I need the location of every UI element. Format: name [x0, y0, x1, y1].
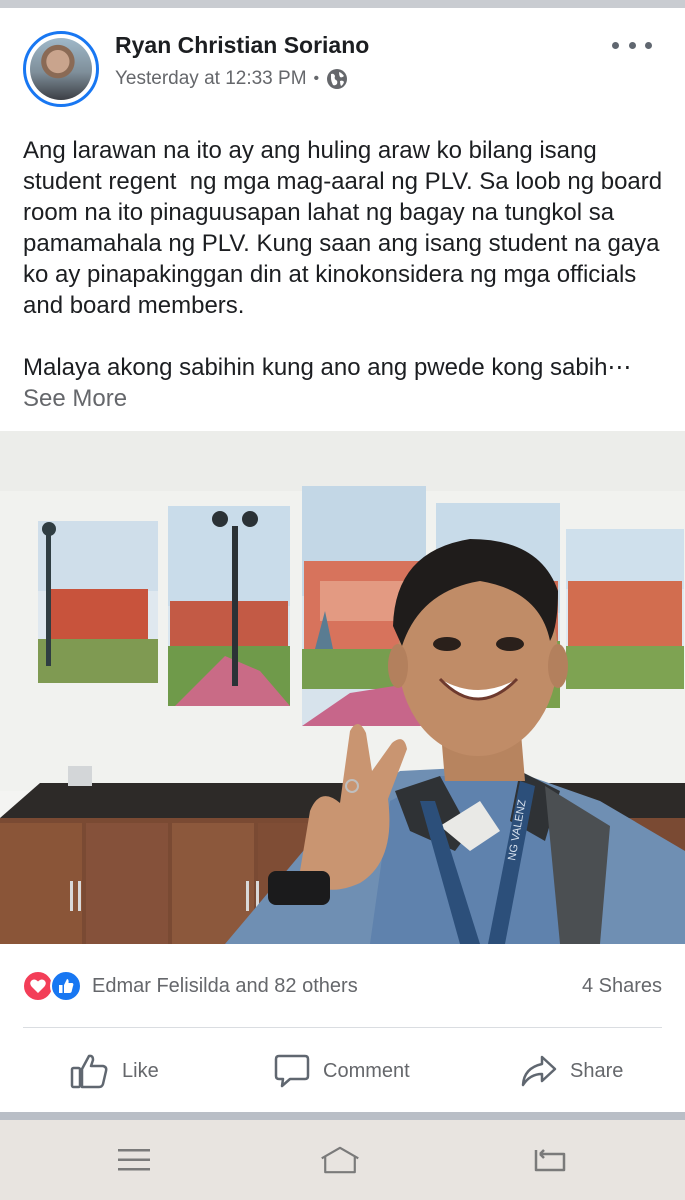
author-avatar[interactable] [23, 31, 99, 107]
wall-panel-2 [168, 506, 290, 706]
globe-icon[interactable] [326, 68, 348, 90]
top-separator [0, 0, 685, 8]
share-icon [521, 1055, 557, 1087]
action-divider [23, 1027, 662, 1028]
post-paragraph-1: Ang larawan na ito ay ang huling araw ko… [23, 137, 669, 319]
share-label: Share [570, 1059, 624, 1082]
action-bar: Like Comment Share [0, 1040, 685, 1106]
comment-icon [274, 1054, 310, 1088]
like-label: Like [122, 1059, 159, 1082]
post-meta: Yesterday at 12:33 PM • [115, 68, 348, 90]
home-icon[interactable] [320, 1142, 360, 1178]
more-dot [628, 41, 636, 49]
back-icon[interactable] [530, 1142, 570, 1178]
post-paragraph-2: Malaya akong sabihin kung ano ang pwede … [23, 352, 663, 414]
see-more-link[interactable]: See More [23, 385, 127, 412]
wall-panel-1 [38, 521, 158, 683]
post-paragraph-2-text: Malaya akong sabihin kung ano ang pwede … [23, 354, 632, 381]
more-dot [612, 41, 619, 49]
menu-icon[interactable] [114, 1142, 154, 1178]
author-name[interactable]: Ryan Christian Soriano [115, 32, 369, 59]
comment-button[interactable]: Comment [273, 1040, 410, 1102]
comment-label: Comment [323, 1059, 410, 1082]
wall-panel-5 [566, 529, 684, 689]
photo-illustration: NG VALENZ [0, 431, 685, 944]
thumbs-up-icon [70, 1054, 108, 1089]
post-header: Ryan Christian Soriano Yesterday at 12:3… [0, 8, 685, 118]
meta-separator: • [313, 70, 320, 87]
avatar-image [30, 38, 92, 100]
like-button[interactable]: Like [70, 1040, 159, 1102]
post-timestamp[interactable]: Yesterday at 12:33 PM [115, 68, 307, 90]
reaction-icons[interactable] [22, 970, 88, 1004]
like-icon [50, 970, 82, 1002]
bottom-separator [0, 1112, 685, 1120]
post-text: Ang larawan na ito ay ang huling araw ko… [23, 135, 663, 414]
post-photo[interactable]: NG VALENZ [0, 431, 685, 944]
share-button[interactable]: Share [520, 1040, 623, 1102]
shares-count[interactable]: 4 Shares [582, 975, 662, 998]
more-options-icon[interactable] [612, 34, 652, 56]
system-nav-bar [0, 1120, 685, 1200]
reaction-summary[interactable]: Edmar Felisilda and 82 others [92, 975, 358, 998]
more-dot [645, 41, 652, 49]
reactions-row[interactable]: Edmar Felisilda and 82 others 4 Shares [0, 966, 685, 1008]
